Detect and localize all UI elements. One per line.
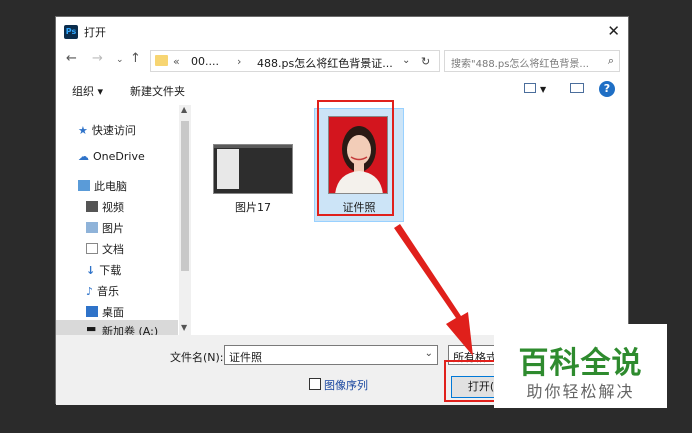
up-arrow-icon[interactable]: ↑ [130, 51, 141, 66]
folder-icon [155, 55, 168, 66]
breadcrumb-overflow[interactable]: « [173, 55, 180, 68]
scroll-down-arrow-icon[interactable]: ▼ [181, 323, 187, 332]
organize-button[interactable]: 组织 ▾ [72, 83, 103, 99]
back-arrow-icon[interactable]: ← [66, 51, 77, 66]
file-name: 图片17 [235, 201, 271, 214]
image-sequence-checkbox[interactable]: 图像序列 [309, 377, 368, 393]
image-sequence-label: 图像序列 [324, 379, 368, 392]
highlight-box-open-button [444, 360, 500, 402]
music-note-icon: ♪ [86, 285, 94, 298]
new-folder-button[interactable]: 新建文件夹 [130, 83, 185, 99]
thumbnail-panel [217, 149, 239, 189]
sidebar-item-onedrive[interactable]: ☁ OneDrive [78, 150, 145, 163]
sidebar-item-videos[interactable]: 视频 [86, 199, 124, 215]
drive-icon: ▬ [86, 322, 97, 335]
computer-icon [78, 180, 90, 191]
thumbnail-titlebar [214, 145, 292, 148]
file-list: 图片17 证件照 [194, 103, 630, 335]
view-mode-icon[interactable] [524, 83, 536, 93]
sidebar-item-pictures[interactable]: 图片 [86, 220, 124, 236]
video-icon [86, 201, 98, 212]
breadcrumb-item-current[interactable]: 488.ps怎么将红色背景证... [257, 55, 393, 71]
close-icon[interactable]: ✕ [607, 22, 620, 40]
sidebar-item-documents[interactable]: 文档 [86, 241, 124, 257]
highlight-box-photo [317, 100, 394, 216]
sidebar-item-downloads[interactable]: ↓ 下载 [86, 262, 121, 278]
star-icon: ★ [78, 124, 88, 137]
watermark: 百科全说 助你轻松解决 [494, 324, 667, 408]
sidebar-item-label: OneDrive [93, 150, 145, 163]
address-chevron-down-icon[interactable]: ⌄ [402, 55, 410, 66]
filename-chevron-down-icon[interactable]: ⌄ [425, 348, 433, 359]
scroll-thumb[interactable] [181, 121, 189, 271]
document-icon [86, 243, 98, 254]
forward-arrow-icon[interactable]: → [92, 51, 103, 66]
desktop-icon [86, 306, 98, 317]
sidebar-item-quick-access[interactable]: ★ 快速访问 [78, 122, 136, 138]
sidebar-item-label: 快速访问 [91, 124, 136, 137]
filename-value: 证件照 [229, 351, 262, 364]
sidebar-item-new-volume[interactable]: ▬ 新加卷 (A:) [56, 320, 178, 335]
search-icon[interactable]: ⌕ [608, 54, 614, 68]
filename-field[interactable]: 证件照 ⌄ [224, 345, 438, 365]
sidebar-item-label: 下载 [99, 264, 122, 277]
sidebar-item-label: 视频 [102, 201, 124, 214]
navigation-row: ← → ⌄ ↑ « 00.... › 488.ps怎么将红色背景证... ⌄ ↻… [56, 47, 628, 75]
address-bar[interactable]: « 00.... › 488.ps怎么将红色背景证... ⌄ ↻ [150, 50, 440, 72]
navigation-pane: ★ 快速访问 ☁ OneDrive 此电脑 视频 图片 文档 ↓ 下载 ♪ 音乐 桌面 … [56, 103, 192, 335]
breadcrumb-item-parent[interactable]: 00.... [191, 55, 219, 68]
search-input[interactable]: 搜索"488.ps怎么将红色背景... ⌕ [444, 50, 620, 72]
nav-pane-scrollbar[interactable]: ▲ ▼ [179, 105, 191, 335]
sidebar-item-music[interactable]: ♪ 音乐 [86, 283, 119, 299]
sidebar-item-this-pc[interactable]: 此电脑 [78, 178, 127, 194]
photoshop-app-icon: Ps [64, 25, 78, 39]
refresh-icon[interactable]: ↻ [421, 55, 430, 68]
help-icon[interactable]: ? [599, 81, 615, 97]
search-placeholder: 搜索"488.ps怎么将红色背景... [451, 59, 589, 70]
file-thumbnail [213, 144, 293, 194]
sidebar-item-label: 文档 [102, 243, 124, 256]
recent-chevron-down-icon[interactable]: ⌄ [116, 55, 124, 65]
picture-icon [86, 222, 98, 233]
download-arrow-icon: ↓ [86, 264, 96, 277]
view-chevron-down-icon[interactable]: ▼ [540, 85, 546, 94]
preview-pane-icon[interactable] [570, 83, 584, 93]
sidebar-item-label: 此电脑 [94, 180, 127, 193]
sidebar-item-label: 新加卷 (A:) [102, 325, 159, 335]
scroll-up-arrow-icon[interactable]: ▲ [181, 105, 187, 114]
title-bar: Ps 打开 ✕ [56, 17, 628, 47]
sidebar-item-label: 桌面 [102, 306, 124, 319]
sidebar-item-label: 音乐 [97, 285, 120, 298]
sidebar-item-label: 图片 [102, 222, 124, 235]
dialog-title: 打开 [84, 26, 106, 39]
cloud-icon: ☁ [78, 150, 89, 163]
checkbox-icon[interactable] [309, 378, 321, 390]
watermark-title: 百科全说 [518, 346, 643, 381]
sidebar-item-desktop[interactable]: 桌面 [86, 304, 124, 320]
watermark-subtitle: 助你轻松解决 [526, 382, 635, 401]
filename-label: 文件名(N): [170, 351, 224, 364]
breadcrumb-separator: › [237, 55, 242, 68]
